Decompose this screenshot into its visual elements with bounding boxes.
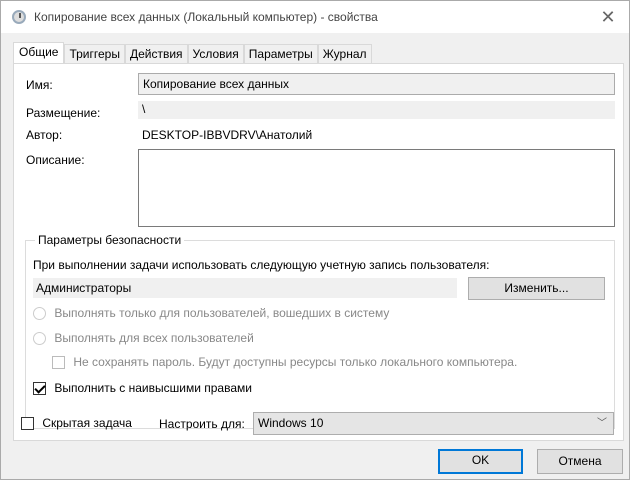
checkbox-icon [52, 356, 65, 370]
name-field[interactable]: Копирование всех данных [138, 73, 615, 95]
radio-all-users[interactable]: Выполнять для всех пользователей [33, 331, 254, 346]
location-value: \ [138, 101, 615, 119]
hidden-task-checkbox[interactable]: Скрытая задача [21, 416, 132, 431]
clock-icon [12, 10, 26, 24]
change-user-button[interactable]: Изменить... [468, 277, 605, 300]
tab-triggers[interactable]: Триггеры [64, 44, 125, 64]
tab-bar: Общие Триггеры Действия Условия Параметр… [13, 42, 372, 64]
title-bar: Копирование всех данных (Локальный компь… [1, 1, 629, 33]
ok-button[interactable]: OK [438, 449, 523, 474]
configure-for-select[interactable]: Windows 10 ﹀ [253, 412, 614, 435]
window-title: Копирование всех данных (Локальный компь… [34, 10, 378, 24]
radio-logged-on[interactable]: Выполнять только для пользователей, воше… [33, 306, 390, 321]
checkbox-icon [21, 417, 34, 431]
account-prompt: При выполнении задачи использовать следу… [33, 258, 490, 272]
name-label: Имя: [26, 78, 53, 92]
radio-logged-on-label: Выполнять только для пользователей, воше… [54, 306, 390, 320]
description-field[interactable] [138, 149, 615, 227]
security-title: Параметры безопасности [35, 233, 185, 247]
highest-privileges-checkbox[interactable]: Выполнить с наивысшими правами [33, 381, 252, 396]
author-value: DESKTOP-IBBVDRV\Анатолий [142, 128, 313, 142]
location-label: Размещение: [26, 106, 101, 120]
radio-icon [33, 332, 46, 346]
chevron-down-icon: ﹀ [597, 418, 607, 429]
security-options-group: Параметры безопасности При выполнении за… [25, 233, 615, 429]
tab-actions[interactable]: Действия [124, 44, 188, 64]
task-properties-dialog: Копирование всех данных (Локальный компь… [0, 0, 630, 480]
tab-conditions[interactable]: Условия [187, 44, 244, 64]
configure-for-label: Настроить для: [159, 417, 245, 431]
tab-history[interactable]: Журнал [317, 44, 372, 64]
cancel-button[interactable]: Отмена [537, 449, 623, 474]
no-store-password-label: Не сохранять пароль. Будут доступны ресу… [73, 355, 518, 369]
hidden-task-label: Скрытая задача [42, 416, 132, 430]
no-store-password-checkbox[interactable]: Не сохранять пароль. Будут доступны ресу… [52, 355, 518, 370]
radio-icon [33, 307, 46, 321]
close-button[interactable]: ✕ [593, 3, 623, 31]
radio-all-users-label: Выполнять для всех пользователей [54, 331, 254, 345]
checkmark-icon [33, 382, 46, 396]
tab-settings[interactable]: Параметры [243, 44, 318, 64]
account-value: Администраторы [33, 278, 457, 298]
highest-privileges-label: Выполнить с наивысшими правами [54, 381, 252, 395]
tab-general[interactable]: Общие [13, 42, 65, 64]
configure-for-value: Windows 10 [258, 416, 324, 430]
general-panel: Имя: Копирование всех данных Размещение:… [13, 63, 624, 441]
author-label: Автор: [26, 128, 63, 142]
description-label: Описание: [26, 153, 85, 167]
